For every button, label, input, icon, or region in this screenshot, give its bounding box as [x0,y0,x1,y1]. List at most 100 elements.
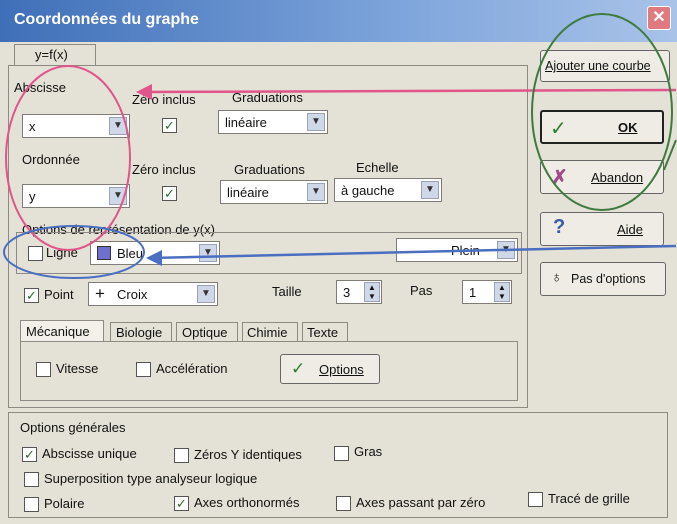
abscisse-grad-select[interactable]: linéaire ▼ [218,110,328,134]
point-style-select[interactable]: + Croix ▼ [88,282,218,306]
pas-options-label: Pas d'options [571,272,646,286]
tab-biologie-label: Biologie [116,325,163,340]
acceleration-checkbox[interactable] [136,362,151,377]
axes-ortho-checkbox[interactable]: ✓ [174,496,189,511]
options-button[interactable]: ✓ Options [280,354,380,384]
tab-biologie[interactable]: Biologie [110,322,172,342]
chevron-down-icon[interactable]: ▼ [307,183,325,201]
gras-checkbox[interactable] [334,446,349,461]
ordonnee-grad-label: Graduations [234,162,305,177]
ordonnee-echelle-value: à gauche [341,183,395,198]
cancel-icon: ✗ [551,167,568,189]
ok-label: OK [618,120,638,135]
ordonnee-grad-select[interactable]: linéaire ▼ [220,180,328,204]
color-swatch-icon [97,246,111,260]
ordonnee-select[interactable]: y ▼ [22,184,130,208]
abandon-button[interactable]: ✗ Abandon [540,160,664,194]
check-icon: ✓ [550,118,567,140]
zeros-y-label: Zéros Y identiques [194,447,302,462]
point-checkbox[interactable]: ✓ [24,288,39,303]
abscisse-zero-label: Zéro inclus [132,92,196,107]
ordonnee-echelle-label: Echelle [356,160,399,175]
chevron-down-icon[interactable]: ▼ [109,117,127,135]
ordonnee-zero-checkbox[interactable]: ✓ [162,186,177,201]
line-color-value: Bleu [117,246,144,261]
tab-mecanique[interactable]: Mécanique [20,320,104,342]
check-icon: ✓ [291,359,306,378]
chevron-down-icon[interactable]: ▼ [199,244,217,262]
superposition-checkbox[interactable] [24,472,39,487]
tab-yfx-label: y=f(x) [35,47,68,62]
line-style-value: Plein [451,243,480,258]
chevron-down-icon[interactable]: ▼ [197,285,215,303]
tab-texte-label: Texte [307,325,339,340]
chevron-down-icon[interactable]: ▼ [421,181,439,199]
axes-zero-checkbox[interactable] [336,496,351,511]
close-button[interactable]: ✕ [647,6,671,30]
abscisse-value: x [29,119,36,134]
tab-texte[interactable]: Texte [302,322,348,342]
abandon-label: Abandon [591,170,644,185]
axes-ortho-label: Axes orthonormés [194,495,300,510]
trace-grille-label: Tracé de grille [548,491,630,506]
ordonnee-grad-value: linéaire [227,185,269,200]
taille-label: Taille [272,284,302,299]
ordonnee-value: y [29,189,36,204]
polaire-checkbox[interactable] [24,497,39,512]
title-bar: Coordonnées du graphe ✕ [0,0,677,42]
vitesse-label: Vitesse [56,361,99,376]
point-style-value: Croix [117,287,148,302]
pas-value: 1 [469,285,477,300]
ordonnee-echelle-select[interactable]: à gauche ▼ [334,178,442,202]
abscisse-unique-label: Abscisse unique [42,446,137,461]
line-style-select[interactable]: Plein ▼ [396,238,518,262]
tab-chimie-label: Chimie [247,325,288,340]
tab-chimie[interactable]: Chimie [242,322,298,342]
spin-arrows-icon[interactable]: ▲ ▼ [494,282,510,302]
spin-arrows-icon[interactable]: ▲ ▼ [364,282,380,302]
chevron-down-icon[interactable]: ▼ [307,113,325,131]
tab-optique[interactable]: Optique [176,322,238,342]
taille-spinner[interactable]: 3 ▲ ▼ [336,280,382,304]
abscisse-unique-checkbox[interactable]: ✓ [22,447,37,462]
abscisse-label: Abscisse [14,80,67,95]
zeros-y-checkbox[interactable] [174,448,189,463]
cross-icon: + [95,284,105,303]
acceleration-label: Accélération [156,361,228,376]
pas-options-button[interactable]: ♁ Pas d'options [540,262,666,296]
taille-value: 3 [343,285,351,300]
trace-grille-checkbox[interactable] [528,492,543,507]
superposition-label: Superposition type analyseur logique [44,471,258,486]
dialog-title: Coordonnées du graphe [14,11,199,28]
abscisse-grad-label: Graduations [232,90,303,105]
ok-button[interactable]: ✓ OK [540,110,664,144]
aide-button[interactable]: ? Aide [540,212,664,246]
pas-label: Pas [410,283,433,298]
add-curve-button[interactable]: Ajouter une courbe [540,50,670,82]
point-label: Point [44,287,74,302]
ordonnee-label: Ordonnée [22,152,80,167]
help-icon: ? [553,216,566,238]
chevron-down-icon[interactable]: ▼ [497,241,515,259]
add-curve-label: Ajouter une courbe [545,59,651,73]
abscisse-grad-value: linéaire [225,115,267,130]
ordonnee-zero-label: Zéro inclus [132,162,196,177]
gras-label: Gras [354,444,383,459]
abscisse-select[interactable]: x ▼ [22,114,130,138]
tab-mecanique-label: Mécanique [26,324,90,339]
vitesse-checkbox[interactable] [36,362,51,377]
axes-zero-label: Axes passant par zéro [356,495,486,510]
ligne-label: Ligne [46,245,78,260]
polaire-label: Polaire [44,496,85,511]
options-button-label: Options [319,362,364,377]
lightbulb-icon: ♁ [551,269,563,286]
general-options-label: Options générales [20,420,126,435]
tab-optique-label: Optique [182,325,228,340]
abscisse-zero-checkbox[interactable]: ✓ [162,118,177,133]
chevron-down-icon[interactable]: ▼ [109,187,127,205]
line-color-select[interactable]: Bleu ▼ [90,241,220,265]
aide-label: Aide [617,222,644,237]
pas-spinner[interactable]: 1 ▲ ▼ [462,280,512,304]
ligne-checkbox[interactable] [28,246,43,261]
tab-yfx[interactable]: y=f(x) [14,44,96,66]
